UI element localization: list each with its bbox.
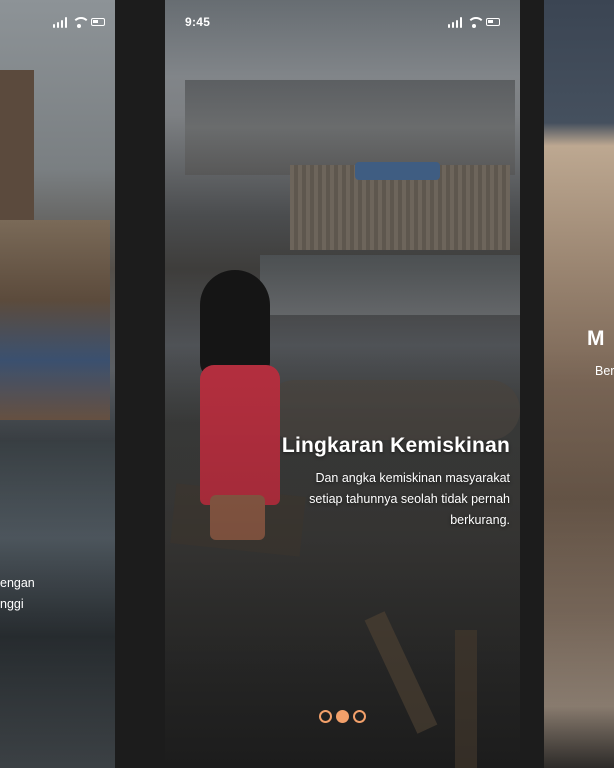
description-line: Dan angka kemiskinan masyarakat: [315, 471, 510, 485]
signal-icon: [52, 16, 67, 28]
page-dot[interactable]: [319, 710, 332, 723]
next-onboarding-screen[interactable]: M Ber: [544, 0, 614, 768]
onboarding-text: Lingkaran Kemiskinan Dan angka kemiskina…: [210, 434, 510, 531]
page-indicator: [165, 710, 520, 723]
wifi-icon: [467, 16, 485, 28]
description-line: engan: [0, 576, 35, 590]
description-line: berkurang.: [450, 513, 510, 527]
page-dot[interactable]: [353, 710, 366, 723]
battery-icon: [91, 18, 105, 26]
previous-description: engan nggi: [0, 573, 35, 615]
next-title: M: [587, 327, 605, 350]
battery-icon: [486, 18, 500, 26]
status-time: 9:45: [185, 15, 211, 29]
description-line: setiap tahunnya seolah tidak pernah: [309, 492, 510, 506]
description-line: nggi: [0, 597, 24, 611]
previous-onboarding-screen[interactable]: engan nggi: [0, 0, 115, 768]
signal-icon: [447, 16, 462, 28]
onboarding-title: Lingkaran Kemiskinan: [281, 434, 510, 457]
status-bar: 9:45: [165, 0, 520, 44]
status-bar: [0, 0, 115, 44]
wifi-icon: [72, 16, 90, 28]
page-dot-active[interactable]: [336, 710, 349, 723]
onboarding-screen[interactable]: 9:45 Lingkaran Kemiskinan Dan angka kemi…: [165, 0, 520, 768]
next-description: Ber: [595, 364, 614, 378]
onboarding-description: Dan angka kemiskinan masyarakat setiap t…: [210, 468, 510, 531]
